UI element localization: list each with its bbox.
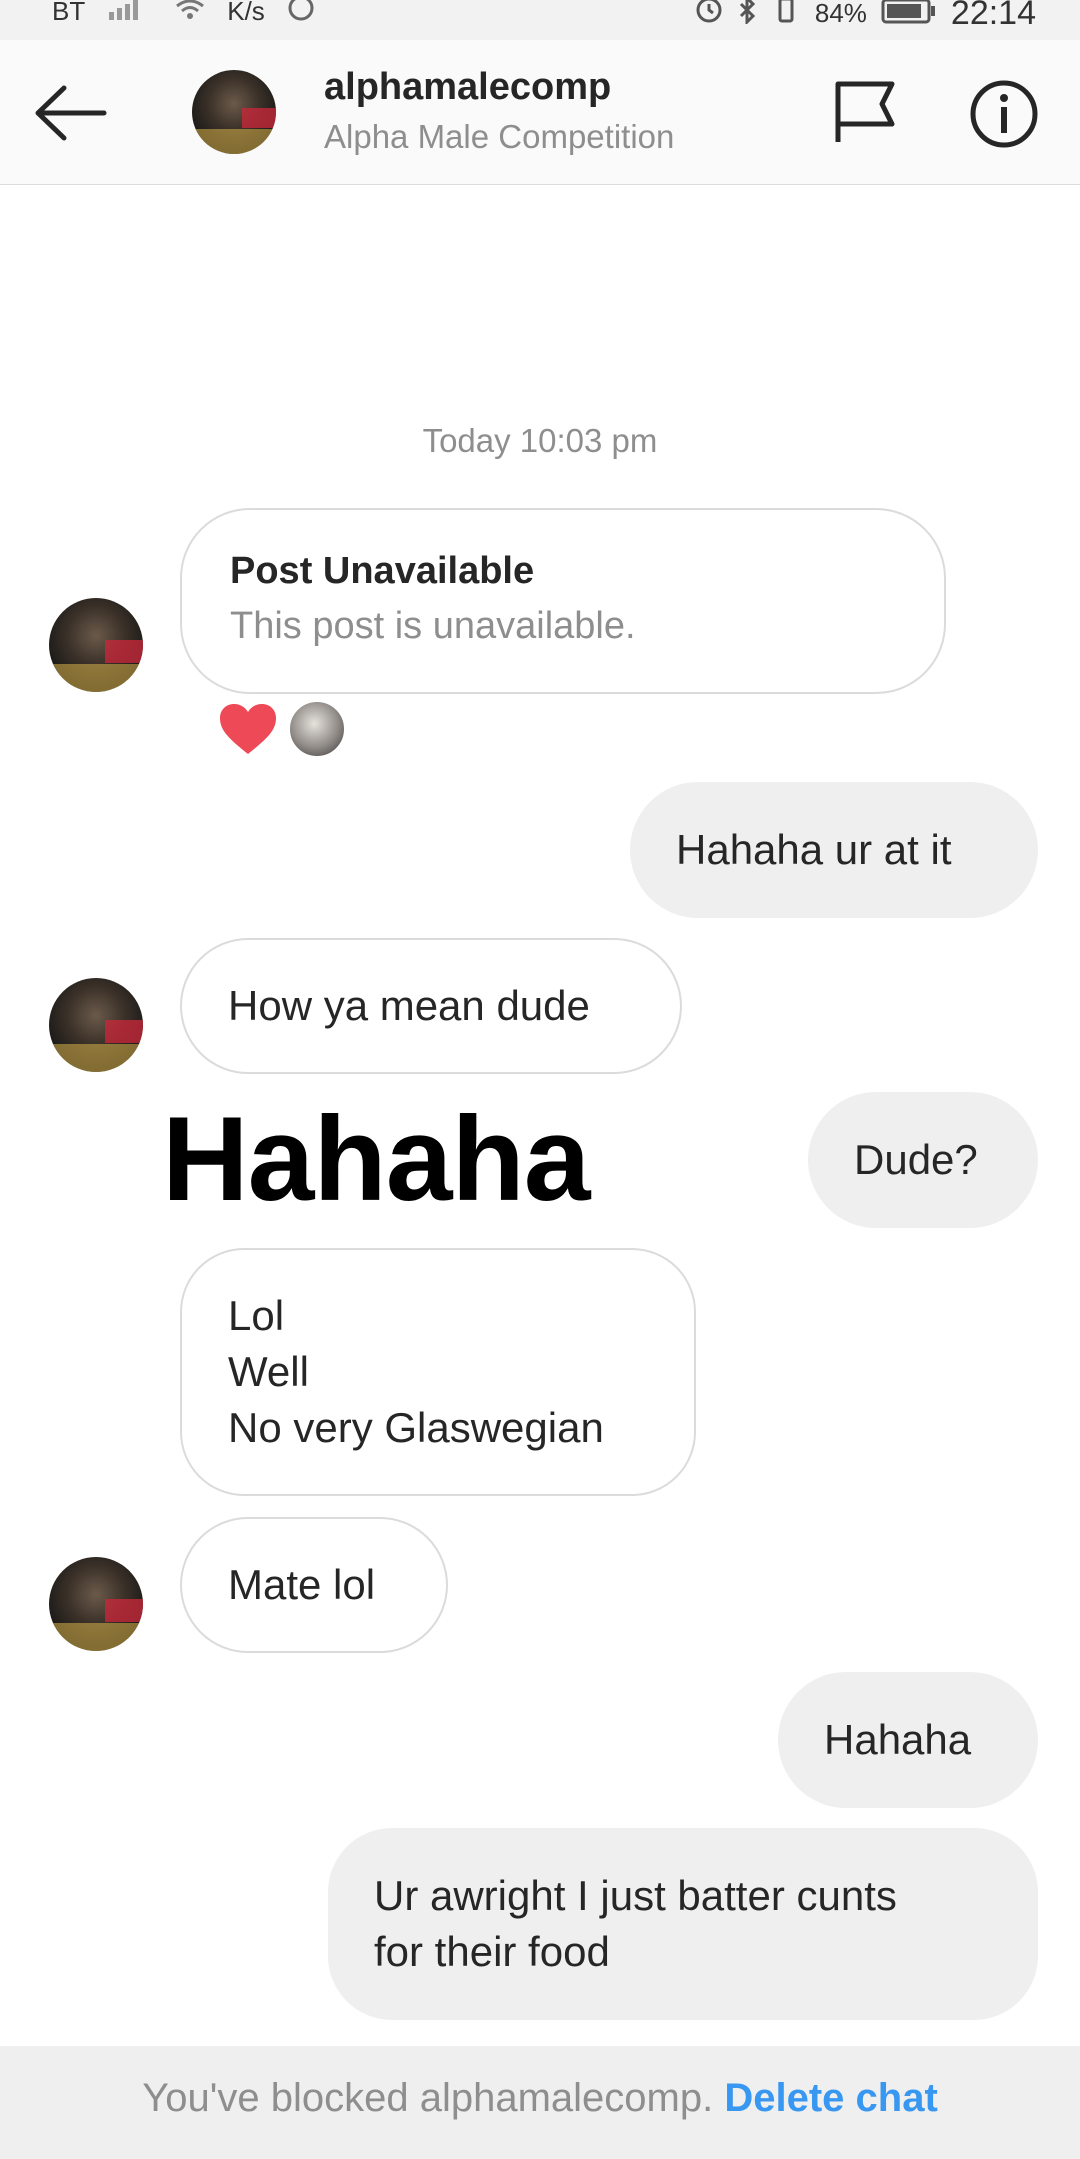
shared-post-card[interactable]: Post Unavailable This post is unavailabl…	[180, 508, 946, 694]
message-text: Hahaha	[824, 1716, 972, 1763]
bluetooth-icon	[737, 0, 757, 31]
back-arrow-icon	[35, 85, 107, 141]
header-avatar[interactable]	[192, 70, 276, 154]
overlay-caption: Hahaha	[162, 1092, 590, 1226]
direct-message-screen: BT K/s 84% 22:14 alphamalecomp Alpha Mal…	[0, 0, 1080, 2159]
message-line: Ur awright I just batter cunts	[374, 1872, 897, 1919]
post-title: Post Unavailable	[230, 550, 535, 592]
sender-avatar[interactable]	[49, 598, 143, 692]
status-bar: BT K/s 84% 22:14	[0, 0, 1080, 40]
carrier-label: BT	[52, 0, 86, 26]
blocked-footer: You've blocked alphamalecomp. Delete cha…	[0, 2046, 1080, 2159]
message-text: Mate lol	[228, 1561, 376, 1608]
header-username[interactable]: alphamalecomp	[324, 66, 611, 109]
outgoing-message[interactable]: Hahaha	[778, 1672, 1038, 1808]
blocked-notice: You've blocked alphamalecomp.	[142, 2076, 714, 2120]
message-reactions[interactable]	[218, 700, 346, 758]
outgoing-message[interactable]: Dude?	[808, 1092, 1038, 1228]
message-line: Well	[228, 1348, 309, 1395]
vibrate-icon	[771, 0, 801, 31]
delete-chat-link[interactable]: Delete chat	[724, 2076, 937, 2120]
message-text: Dude?	[854, 1136, 978, 1183]
network-speed: K/s	[227, 0, 265, 26]
battery-percent: 84%	[814, 0, 867, 28]
message-line: for their food	[374, 1928, 610, 1975]
sender-avatar[interactable]	[49, 1557, 143, 1651]
battery-icon	[881, 0, 937, 31]
header-fullname[interactable]: Alpha Male Competition	[324, 118, 674, 156]
report-button[interactable]	[830, 78, 900, 148]
incoming-message[interactable]: Mate lol	[180, 1517, 448, 1653]
sender-avatar[interactable]	[49, 978, 143, 1072]
alarm-icon	[695, 0, 723, 31]
post-subtitle: This post is unavailable.	[230, 605, 636, 647]
wifi-icon	[175, 0, 205, 27]
thread-timestamp: Today 10:03 pm	[422, 422, 658, 459]
back-button[interactable]	[32, 78, 112, 148]
outgoing-message[interactable]: Ur awright I just batter cunts for their…	[328, 1828, 1038, 2020]
message-line: No very Glaswegian	[228, 1404, 604, 1451]
clock: 22:14	[950, 0, 1036, 32]
incoming-message[interactable]: How ya mean dude	[180, 938, 682, 1074]
outgoing-message[interactable]: Hahaha ur at it	[630, 782, 1038, 918]
info-button[interactable]	[968, 78, 1040, 150]
message-text: Hahaha ur at it	[676, 826, 952, 873]
heart-icon	[220, 704, 276, 754]
whatsapp-icon	[287, 0, 315, 29]
signal-icon	[107, 0, 153, 27]
thread-header: alphamalecomp Alpha Male Competition	[0, 40, 1080, 185]
flag-icon	[835, 81, 895, 142]
reactor-avatar	[288, 700, 346, 758]
message-line: Lol	[228, 1292, 285, 1339]
message-text: How ya mean dude	[228, 982, 590, 1029]
info-icon	[970, 80, 1038, 148]
incoming-message[interactable]: Lol Well No very Glaswegian	[180, 1248, 696, 1496]
